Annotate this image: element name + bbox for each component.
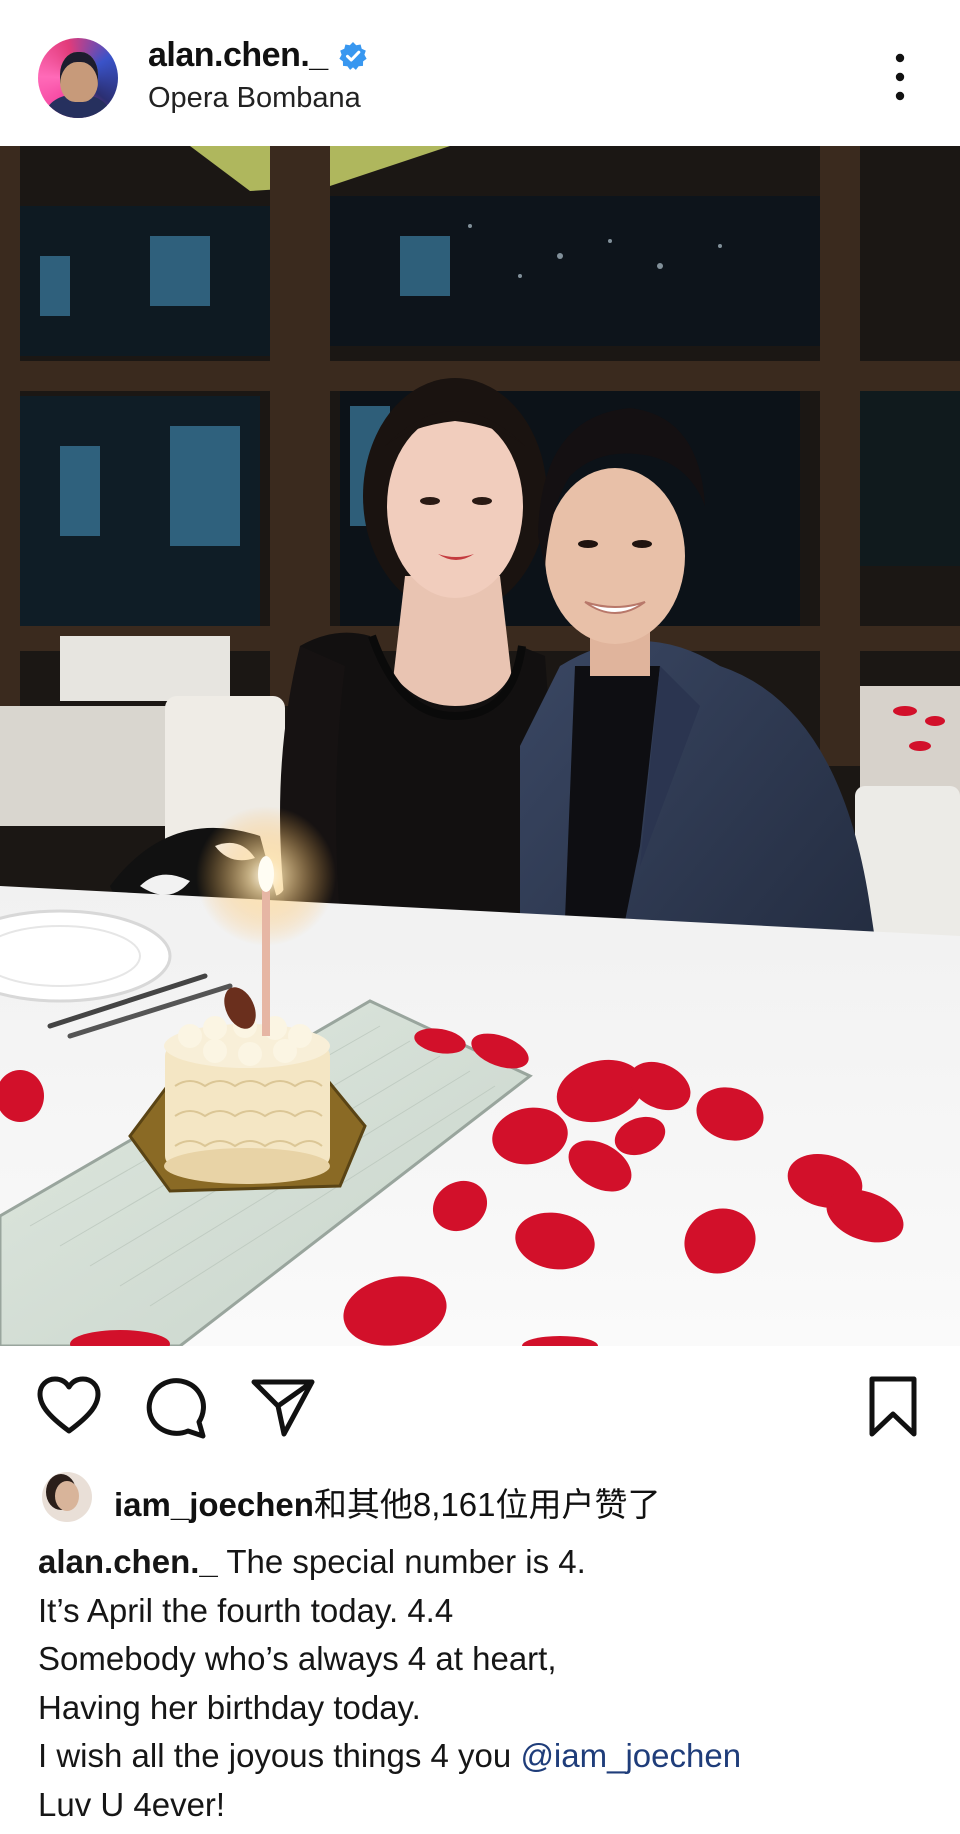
caption-line-5: I wish all the joyous things 4 you @iam_…	[38, 1732, 938, 1781]
post-location[interactable]: Opera Bombana	[148, 82, 361, 115]
caption-mention[interactable]: @iam_joechen	[520, 1737, 741, 1774]
post-username[interactable]: alan.chen._	[148, 36, 328, 75]
comment-bubble-icon[interactable]	[143, 1374, 209, 1440]
more-options-button[interactable]	[880, 48, 920, 108]
caption-line-2: It’s April the fourth today. 4.4	[38, 1591, 454, 1629]
caption-line-6: Luv U 4ever!	[38, 1785, 226, 1823]
caption-text-1: The special number is 4.	[217, 1543, 586, 1580]
post-caption: alan.chen._ The special number is 4. It’…	[38, 1538, 938, 1829]
post-photo[interactable]	[0, 146, 960, 1346]
likes-username[interactable]: iam_joechen	[114, 1486, 314, 1523]
caption-username[interactable]: alan.chen._	[38, 1543, 218, 1580]
bookmark-icon[interactable]	[860, 1374, 926, 1440]
likes-summary[interactable]: iam_joechen和其他8,161位用户赞了	[114, 1478, 661, 1526]
caption-line-4: Having her birthday today.	[38, 1688, 421, 1726]
likes-suffix: 和其他8,161位用户赞了	[313, 1486, 661, 1523]
username-row: alan.chen._	[148, 36, 368, 75]
paper-plane-icon[interactable]	[250, 1374, 316, 1440]
action-bar	[0, 1346, 960, 1466]
likes-row: iam_joechen和其他8,161位用户赞了	[0, 1466, 960, 1530]
post-header: alan.chen._ Opera Bombana	[0, 0, 960, 146]
caption-text-5: I wish all the joyous things 4 you	[38, 1737, 521, 1774]
avatar-face	[60, 52, 98, 102]
caption-line-1: alan.chen._ The special number is 4.	[38, 1538, 938, 1587]
heart-icon[interactable]	[36, 1374, 102, 1440]
photo-scene	[0, 146, 960, 1346]
caption-line-3: Somebody who’s always 4 at heart,	[38, 1640, 557, 1677]
verified-badge-icon	[339, 41, 367, 70]
liker-avatar[interactable]	[42, 1472, 92, 1522]
liker-face	[55, 1481, 79, 1511]
profile-avatar[interactable]	[38, 38, 118, 118]
